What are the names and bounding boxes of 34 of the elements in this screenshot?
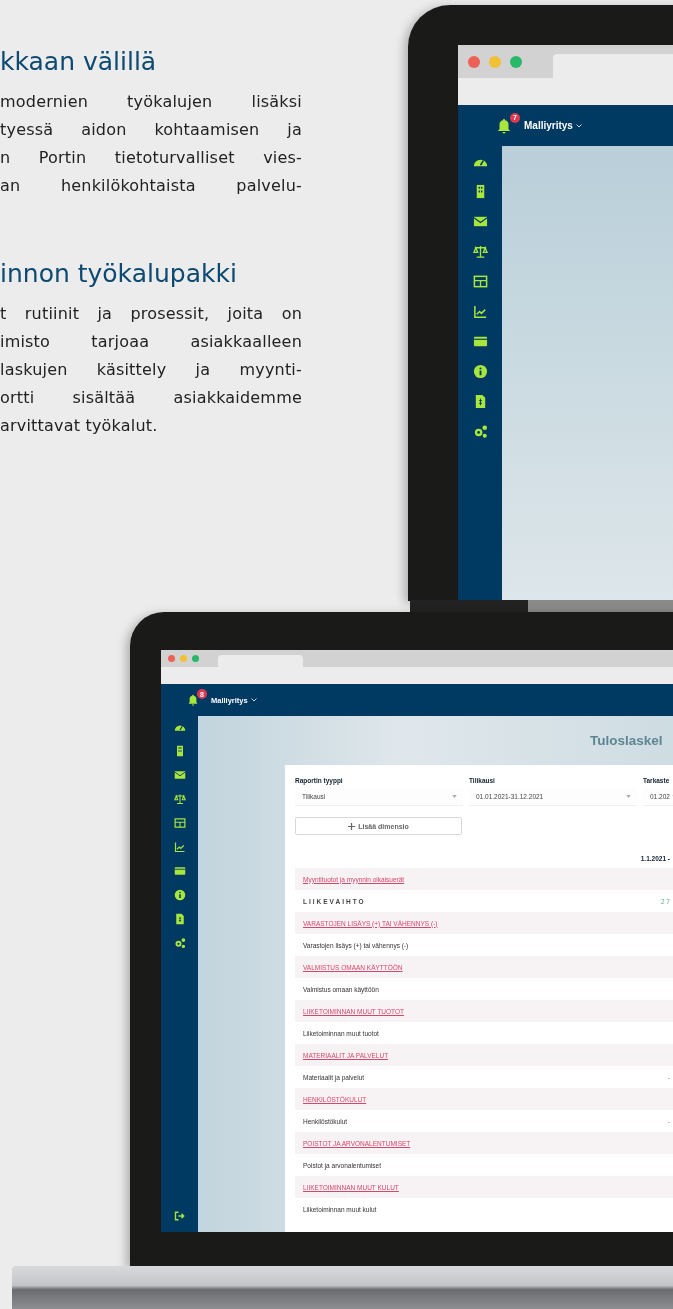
chart-icon[interactable] [173, 841, 186, 853]
info-icon[interactable] [173, 889, 186, 901]
info-icon[interactable] [472, 364, 488, 379]
paragraph-line: an henkilökohtaista palvelu- [0, 175, 302, 197]
document-icon[interactable] [173, 913, 186, 925]
paragraph-line: n Portin tietoturvalliset vies- [0, 147, 302, 169]
caret-icon [452, 794, 457, 798]
paragraph-line: laskujen käsittely ja myynti- [0, 359, 302, 381]
paragraph-line: modernien työkalujen lisäksi [0, 91, 302, 113]
chart-icon[interactable] [472, 304, 488, 319]
paragraph-line: tyessä aidon kohtaamisen ja [0, 119, 302, 141]
logout-icon[interactable] [173, 1210, 186, 1222]
bell-icon[interactable] [496, 117, 512, 134]
scale-icon[interactable] [472, 244, 488, 259]
section-heading: kkaan välillä [0, 46, 158, 78]
section-heading: innon työkalupakki [0, 258, 238, 290]
table-icon[interactable] [472, 274, 488, 289]
page-title: Tuloslaskel [589, 732, 664, 750]
chevron-down-icon[interactable] [250, 698, 257, 702]
envelope-icon[interactable] [173, 769, 186, 781]
company-selector[interactable]: Malliyritys [524, 120, 573, 131]
envelope-icon[interactable] [472, 214, 488, 229]
chevron-down-icon[interactable] [575, 123, 582, 128]
caret-icon [626, 794, 631, 798]
paragraph-line: ortti sisältää asiakkaidemme [0, 387, 302, 409]
table-icon[interactable] [173, 817, 186, 829]
paragraph-line: t rutiinit ja prosessit, joita on [0, 303, 302, 325]
paragraph-line: imisto tarjoaa asiakkaalleen [0, 331, 302, 353]
wallet-icon[interactable] [173, 865, 186, 877]
plus-icon [348, 822, 356, 830]
paragraph-line: arvittavat työkalut. [0, 415, 159, 437]
bell-icon[interactable] [187, 694, 199, 706]
scale-icon[interactable] [173, 793, 186, 805]
wallet-icon[interactable] [472, 334, 488, 349]
